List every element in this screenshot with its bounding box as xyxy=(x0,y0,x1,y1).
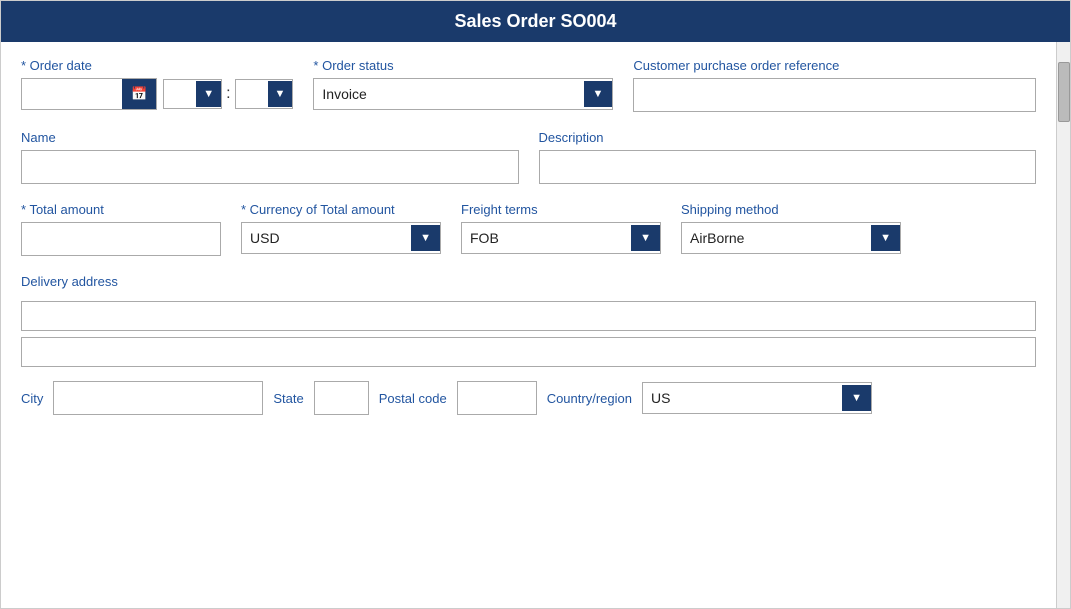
freight-select[interactable]: FOB CIF EXW xyxy=(462,223,631,253)
shipping-select-wrapper: AirBorne FedEx UPS ▼ xyxy=(681,222,901,254)
order-status-select[interactable]: Invoice Draft Confirmed Cancelled xyxy=(314,79,583,109)
minute-input[interactable]: 00 xyxy=(236,80,268,108)
address-line1-input[interactable]: 123 Gray Rd xyxy=(21,301,1036,331)
currency-select[interactable]: USD EUR GBP xyxy=(242,223,411,253)
time-colon: : xyxy=(226,85,230,103)
total-amount-group: Total amount 350 xyxy=(21,202,221,256)
order-date-input-wrapper: 2/4/2016 📅 xyxy=(21,78,157,110)
order-status-chevron-icon[interactable]: ▼ xyxy=(584,81,613,107)
description-group: Description Tricia Hess xyxy=(539,130,1037,184)
form-content: Order date 2/4/2016 📅 16 ▼ : xyxy=(1,42,1056,608)
name-label: Name xyxy=(21,130,519,145)
delivery-address-label: Delivery address xyxy=(21,274,1036,289)
minute-select-wrapper: 00 ▼ xyxy=(235,79,294,109)
country-chevron-icon[interactable]: ▼ xyxy=(842,385,871,411)
hour-select-wrapper: 16 ▼ xyxy=(163,79,222,109)
currency-select-wrapper: USD EUR GBP ▼ xyxy=(241,222,441,254)
currency-group: Currency of Total amount USD EUR GBP ▼ xyxy=(241,202,441,254)
country-label: Country/region xyxy=(547,391,632,406)
scrollbar-thumb[interactable] xyxy=(1058,62,1070,122)
order-date-label: Order date xyxy=(21,58,293,73)
total-amount-label: Total amount xyxy=(21,202,221,217)
address-line2-input[interactable]: APT 723 xyxy=(21,337,1036,367)
shipping-method-group: Shipping method AirBorne FedEx UPS ▼ xyxy=(681,202,901,254)
customer-po-label: Customer purchase order reference xyxy=(633,58,1036,73)
shipping-chevron-icon[interactable]: ▼ xyxy=(871,225,900,251)
city-input[interactable]: Colorado xyxy=(53,381,263,415)
minute-chevron-icon[interactable]: ▼ xyxy=(268,81,293,107)
main-window: Sales Order SO004 Order date 2/4/2016 📅 … xyxy=(0,0,1071,609)
order-date-input[interactable]: 2/4/2016 xyxy=(22,80,122,108)
freight-terms-group: Freight terms FOB CIF EXW ▼ xyxy=(461,202,661,254)
state-input[interactable]: CO xyxy=(314,381,369,415)
time-wrapper: 16 ▼ : 00 ▼ xyxy=(163,79,293,109)
currency-label: Currency of Total amount xyxy=(241,202,441,217)
order-status-label: Order status xyxy=(313,58,613,73)
shipping-method-label: Shipping method xyxy=(681,202,901,217)
country-select-wrapper: US CA GB ▼ xyxy=(642,382,872,414)
order-status-group: Order status Invoice Draft Confirmed Can… xyxy=(313,58,613,110)
currency-chevron-icon[interactable]: ▼ xyxy=(411,225,440,251)
name-group: Name Lynn Haney xyxy=(21,130,519,184)
hour-input[interactable]: 16 xyxy=(164,80,196,108)
delivery-address-section: Delivery address 123 Gray Rd APT 723 xyxy=(21,274,1036,367)
shipping-select[interactable]: AirBorne FedEx UPS xyxy=(682,223,871,253)
country-select[interactable]: US CA GB xyxy=(643,383,842,413)
customer-po-input[interactable] xyxy=(633,78,1036,112)
description-label: Description xyxy=(539,130,1037,145)
customer-po-group: Customer purchase order reference xyxy=(633,58,1036,112)
total-amount-input[interactable]: 350 xyxy=(21,222,221,256)
freight-select-wrapper: FOB CIF EXW ▼ xyxy=(461,222,661,254)
freight-terms-label: Freight terms xyxy=(461,202,661,217)
postal-label: Postal code xyxy=(379,391,447,406)
freight-chevron-icon[interactable]: ▼ xyxy=(631,225,660,251)
description-input[interactable]: Tricia Hess xyxy=(539,150,1037,184)
page-title: Sales Order SO004 xyxy=(454,11,616,31)
order-status-select-wrapper: Invoice Draft Confirmed Cancelled ▼ xyxy=(313,78,613,110)
city-label: City xyxy=(21,391,43,406)
title-bar: Sales Order SO004 xyxy=(1,1,1070,42)
scrollbar-track[interactable] xyxy=(1056,42,1070,608)
order-date-group: Order date 2/4/2016 📅 16 ▼ : xyxy=(21,58,293,110)
postal-input[interactable]: 80001 xyxy=(457,381,537,415)
city-state-row: City Colorado State CO Postal code 80001… xyxy=(21,381,1036,415)
calendar-button[interactable]: 📅 xyxy=(122,79,156,109)
name-input[interactable]: Lynn Haney xyxy=(21,150,519,184)
hour-chevron-icon[interactable]: ▼ xyxy=(196,81,221,107)
state-label: State xyxy=(273,391,303,406)
